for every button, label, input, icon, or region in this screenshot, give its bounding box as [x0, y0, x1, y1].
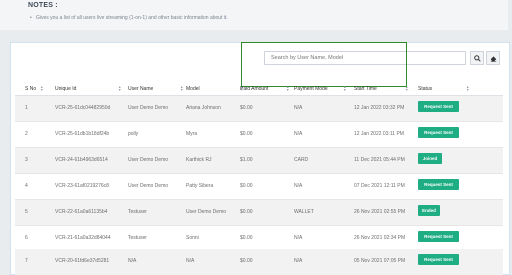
column-header-paid-amount[interactable]: Paid Amount — [240, 86, 268, 92]
sort-icon[interactable]: ▲ ▼ — [118, 85, 121, 92]
cell-user-name: Testuser — [128, 209, 147, 215]
cell-user-name: Testuser — [128, 235, 147, 241]
status-badge[interactable]: Request Sent — [418, 254, 459, 265]
cell-unique-id[interactable]: VCR-20-61fd6e37d5281 — [55, 258, 109, 264]
cell-model: Patty Sibera — [186, 183, 214, 189]
cell-model: N/A — [186, 258, 195, 264]
status-badge[interactable]: Request Sent — [418, 231, 459, 242]
status-badge[interactable]: Request Sent — [418, 101, 459, 112]
cell-unique-id[interactable]: VCR-22-61a0a61135b4 — [55, 209, 107, 215]
table-row: 3 VCR-24-61b4963d6514 User Demo Demo Kar… — [15, 148, 503, 174]
cell-start-time: 07 Dec 2021 12:11 PM — [354, 183, 405, 189]
column-header-start-time[interactable]: Start Time — [354, 86, 377, 92]
cell-paid-amount: $0.00 — [240, 183, 253, 189]
cell-sno: 7 — [25, 258, 28, 264]
table-row: 1 VCR-25-61dc04482950d User Demo Demo Ar… — [15, 96, 503, 122]
column-header-user-name[interactable]: User Name — [128, 86, 153, 92]
cell-payment-mode: N/A — [294, 105, 303, 111]
column-header-model[interactable]: Model — [186, 86, 200, 92]
cell-start-time: 26 Nov 2021 02:55 PM — [354, 209, 406, 215]
status-badge[interactable]: Ended — [418, 205, 440, 216]
cell-paid-amount: $1.00 — [240, 157, 253, 163]
cell-start-time: 26 Nov 2021 02:34 PM — [354, 235, 406, 241]
search-button[interactable] — [470, 51, 484, 65]
cell-payment-mode: N/A — [294, 131, 303, 137]
column-header-status[interactable]: Status — [418, 86, 432, 92]
sort-icon[interactable]: ▲ ▼ — [405, 85, 408, 92]
table-row: 4 VCR-23-61af0219276c8 User Demo Demo Pa… — [15, 174, 503, 200]
search-highlight-box — [241, 42, 407, 87]
cell-payment-mode: WALLET — [294, 209, 314, 215]
cell-sno: 6 — [25, 235, 28, 241]
cell-sno: 5 — [25, 209, 28, 215]
table-row: 5 VCR-22-61a0a61135b4 Testuser User Demo… — [15, 200, 503, 226]
status-badge[interactable]: Request Sent — [418, 179, 459, 190]
sort-icon[interactable]: ▲ ▼ — [180, 85, 183, 92]
cell-paid-amount: $0.00 — [240, 235, 253, 241]
cell-start-time: 12 Jan 2022 03:32 PM — [354, 105, 405, 111]
cell-payment-mode: N/A — [294, 235, 303, 241]
eraser-icon — [490, 56, 497, 62]
status-badge[interactable]: Request Sent — [418, 127, 459, 138]
cell-user-name: User Demo Demo — [128, 157, 169, 163]
notes-panel: NOTES : Gives you a list of all users li… — [0, 0, 508, 30]
cell-paid-amount: $0.00 — [240, 131, 253, 137]
cell-unique-id[interactable]: VCR-25-61db1b18df24b — [55, 131, 109, 137]
cell-start-time: 05 Nov 2021 07:05 PM — [354, 258, 406, 264]
cell-unique-id[interactable]: VCR-25-61dc04482950d — [55, 105, 110, 111]
cell-paid-amount: $0.00 — [240, 258, 253, 264]
column-header-sno[interactable]: S No — [25, 86, 36, 92]
cell-user-name: User Demo Demo — [128, 183, 169, 189]
clear-search-button[interactable] — [486, 51, 500, 65]
cell-model: User Demo Demo — [186, 209, 227, 215]
cell-unique-id[interactable]: VCR-21-61a0a32d84044 — [55, 235, 111, 241]
notes-title: NOTES : — [28, 2, 58, 9]
cell-sno: 3 — [25, 157, 28, 163]
cell-user-name: polly — [128, 131, 139, 137]
cell-payment-mode: CARD — [294, 157, 309, 163]
table-row: 2 VCR-25-61db1b18df24b polly Myra $0.00 … — [15, 122, 503, 148]
cell-start-time: 12 Jan 2022 03:11 PM — [354, 131, 404, 137]
sort-icon[interactable]: ▲ ▼ — [343, 85, 346, 92]
cell-unique-id[interactable]: VCR-24-61b4963d6514 — [55, 157, 108, 163]
cell-unique-id[interactable]: VCR-23-61af0219276c8 — [55, 183, 109, 189]
cell-model: Karthick RJ — [186, 157, 212, 163]
column-header-unique-id[interactable]: Unique Id — [55, 86, 76, 92]
cell-sno: 1 — [25, 105, 28, 111]
cell-user-name: User Demo Demo — [128, 105, 169, 111]
sort-icon[interactable]: ▲ ▼ — [40, 85, 43, 92]
column-header-payment-mode[interactable]: Payment Mode — [294, 86, 328, 92]
cell-sno: 2 — [25, 131, 28, 137]
cell-model: Ariana Johnson — [186, 105, 221, 111]
notes-item: Gives you a list of all users live strea… — [30, 15, 228, 21]
cell-user-name: N/A — [128, 258, 137, 264]
cell-payment-mode: N/A — [294, 258, 303, 264]
cell-start-time: 11 Dec 2021 05:44 PM — [354, 157, 405, 163]
cell-payment-mode: N/A — [294, 183, 303, 189]
cell-paid-amount: $0.00 — [240, 209, 253, 215]
cell-paid-amount: $0.00 — [240, 105, 253, 111]
cell-sno: 4 — [25, 183, 28, 189]
status-badge[interactable]: Joined — [418, 153, 442, 164]
search-icon — [474, 55, 481, 62]
cell-model: Myra — [186, 131, 198, 137]
sort-icon[interactable]: ▲ ▼ — [286, 85, 289, 92]
cell-model: Sonni — [186, 235, 199, 241]
table-row: 7 VCR-20-61fd6e37d5281 N/A N/A $0.00 N/A… — [15, 249, 503, 275]
sort-icon[interactable]: ▲ ▼ — [466, 85, 469, 92]
